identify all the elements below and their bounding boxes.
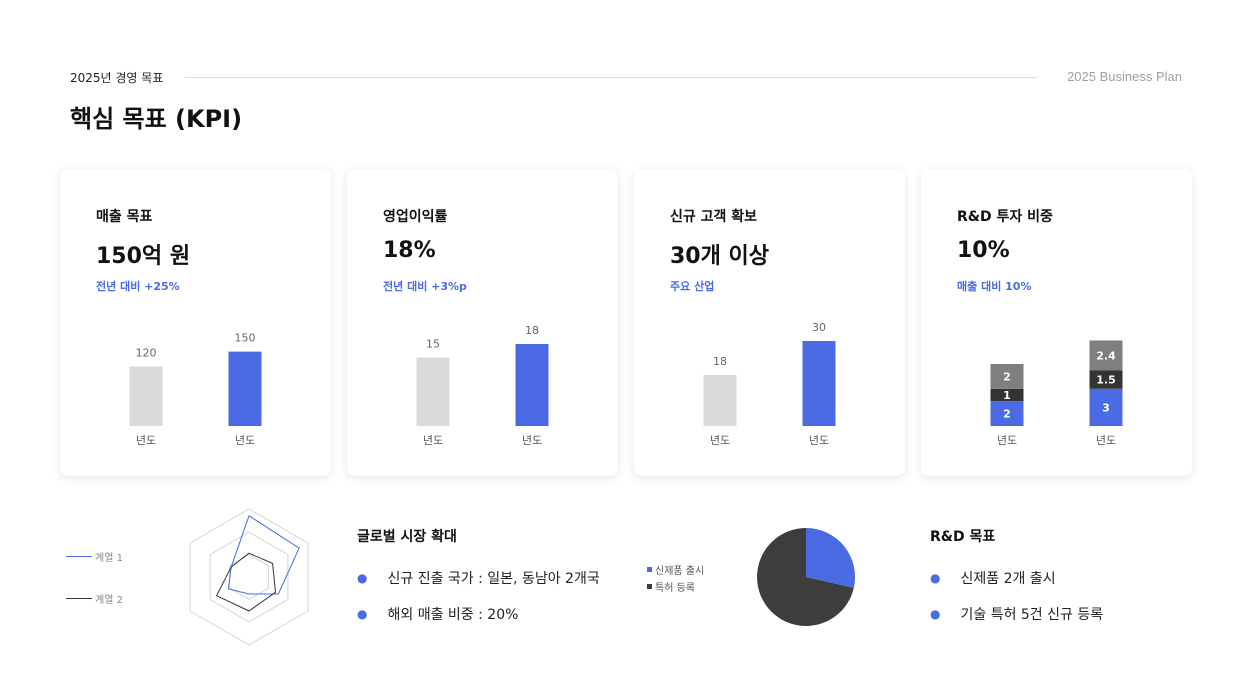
pie-chart: 25 bbox=[757, 520, 870, 626]
tick-label: 년도 bbox=[235, 434, 255, 447]
tick-label: 년도 bbox=[136, 434, 156, 447]
kpi-bar-chart: 18 년도 30 년도 bbox=[703, 321, 836, 447]
bullet-text: 기술 특허 5건 신규 등록 bbox=[960, 607, 1104, 623]
pie-legend-item: 신제품 출시 bbox=[647, 562, 704, 577]
bullet-text: 신제품 2개 출시 bbox=[960, 571, 1056, 587]
data-label: 1.5 bbox=[1096, 374, 1116, 387]
kpi-comparison: 전년 대비 +3%p bbox=[383, 280, 467, 293]
legend-label: 계열 2 bbox=[95, 595, 123, 606]
bar bbox=[129, 366, 163, 426]
radar-grid bbox=[209, 531, 289, 623]
global-bullet: ● 신규 진출 국가 : 일본, 동남아 2개국 bbox=[357, 568, 600, 588]
kpi-comparison: 매출 대비 10% bbox=[957, 280, 1032, 293]
data-label: 120 bbox=[136, 347, 157, 360]
data-label: 1 bbox=[1003, 389, 1011, 402]
data-label: 18 bbox=[713, 355, 727, 368]
bar bbox=[228, 351, 262, 426]
bullet-text: 해외 매출 비중 : 20% bbox=[387, 607, 519, 623]
global-bullet: ● 해외 매출 비중 : 20% bbox=[357, 604, 518, 624]
page-title: 핵심 목표 (KPI) bbox=[70, 105, 243, 133]
bar bbox=[703, 375, 737, 426]
bullet-dot: ● bbox=[357, 607, 368, 621]
global-section-title: 글로벌 시장 확대 bbox=[357, 529, 457, 545]
kpi-bar-chart: 15 년도 18 년도 bbox=[416, 324, 549, 447]
bar bbox=[515, 343, 549, 426]
legend-label: 신제품 출시 bbox=[655, 566, 705, 577]
legend-label: 특허 등록 bbox=[655, 583, 695, 594]
radar-legend-series-1: 계열 1 bbox=[66, 549, 123, 564]
tick-label: 년도 bbox=[710, 434, 730, 447]
radar-grid bbox=[229, 554, 269, 600]
legend-label: 계열 1 bbox=[95, 553, 123, 564]
pie-legend-item: 특허 등록 bbox=[647, 579, 695, 594]
kpi-title: 영업이익률 bbox=[383, 209, 448, 225]
data-label: 18 bbox=[525, 324, 539, 337]
kpi-title: 신규 고객 확보 bbox=[670, 209, 758, 225]
rnd-bullet: ● 신제품 2개 출시 bbox=[930, 568, 1056, 588]
legend-swatch bbox=[647, 584, 652, 589]
tick-label: 년도 bbox=[522, 434, 542, 447]
bullet-dot: ● bbox=[930, 607, 941, 621]
bullet-dot: ● bbox=[357, 571, 368, 585]
data-label: 15 bbox=[426, 338, 440, 351]
data-label: 2.4 bbox=[1096, 349, 1116, 362]
kpi-card-rnd[interactable]: R&D 투자 비중 10% 매출 대비 10% 2 1 2 년도 3 1.5 2.4 년도 bbox=[921, 169, 1192, 476]
kpi-title: 매출 목표 bbox=[96, 209, 153, 225]
bullet-text: 신규 진출 국가 : 일본, 동남아 2개국 bbox=[387, 571, 600, 587]
data-label: 2 bbox=[1003, 408, 1011, 421]
bar bbox=[416, 357, 450, 426]
kpi-card-margin[interactable]: 영업이익률 18% 전년 대비 +3%p 15 년도 18 년도 bbox=[347, 169, 618, 476]
bar bbox=[802, 341, 836, 426]
kpi-bar-chart: 120 년도 150 년도 bbox=[129, 332, 262, 447]
tick-label: 년도 bbox=[423, 434, 443, 447]
legend-swatch bbox=[647, 567, 652, 572]
pie-data-label: 2 bbox=[863, 520, 870, 522]
radar-series bbox=[227, 515, 300, 595]
legend-line bbox=[66, 556, 92, 557]
kpi-comparison: 전년 대비 +25% bbox=[96, 280, 180, 293]
rnd-section-title: R&D 목표 bbox=[930, 529, 996, 545]
kpi-value: 150억 원 bbox=[96, 244, 191, 269]
kpi-title: R&D 투자 비중 bbox=[957, 209, 1053, 225]
tick-label: 년도 bbox=[997, 434, 1017, 447]
radar-series bbox=[215, 552, 277, 612]
data-label: 3 bbox=[1102, 401, 1110, 414]
kpi-card-revenue[interactable]: 매출 목표 150억 원 전년 대비 +25% 120 년도 150 년도 bbox=[60, 169, 331, 476]
data-label: 150 bbox=[235, 332, 256, 345]
kpi-stacked-bar-chart: 2 1 2 년도 3 1.5 2.4 년도 bbox=[990, 340, 1123, 447]
tick-label: 년도 bbox=[809, 434, 829, 447]
bullet-dot: ● bbox=[930, 571, 941, 585]
legend-line bbox=[66, 598, 92, 599]
data-label: 30 bbox=[812, 321, 826, 334]
kpi-value: 30개 이상 bbox=[670, 244, 769, 269]
header-divider bbox=[185, 77, 1037, 78]
tick-label: 년도 bbox=[1096, 434, 1116, 447]
kpi-card-customers[interactable]: 신규 고객 확보 30개 이상 주요 산업 18 년도 30 년도 bbox=[634, 169, 905, 476]
kpi-comparison: 주요 산업 bbox=[670, 280, 715, 293]
data-label: 2 bbox=[1003, 370, 1011, 383]
document-subtitle: 2025 Business Plan bbox=[1067, 69, 1182, 84]
section-label: 2025년 경영 목표 bbox=[70, 71, 164, 85]
radar-legend-series-2: 계열 2 bbox=[66, 591, 123, 606]
radar-grid bbox=[189, 508, 309, 646]
rnd-bullet: ● 기술 특허 5건 신규 등록 bbox=[930, 604, 1103, 624]
kpi-value: 10% bbox=[957, 238, 1010, 263]
kpi-value: 18% bbox=[383, 238, 436, 263]
radar-chart bbox=[189, 508, 309, 646]
